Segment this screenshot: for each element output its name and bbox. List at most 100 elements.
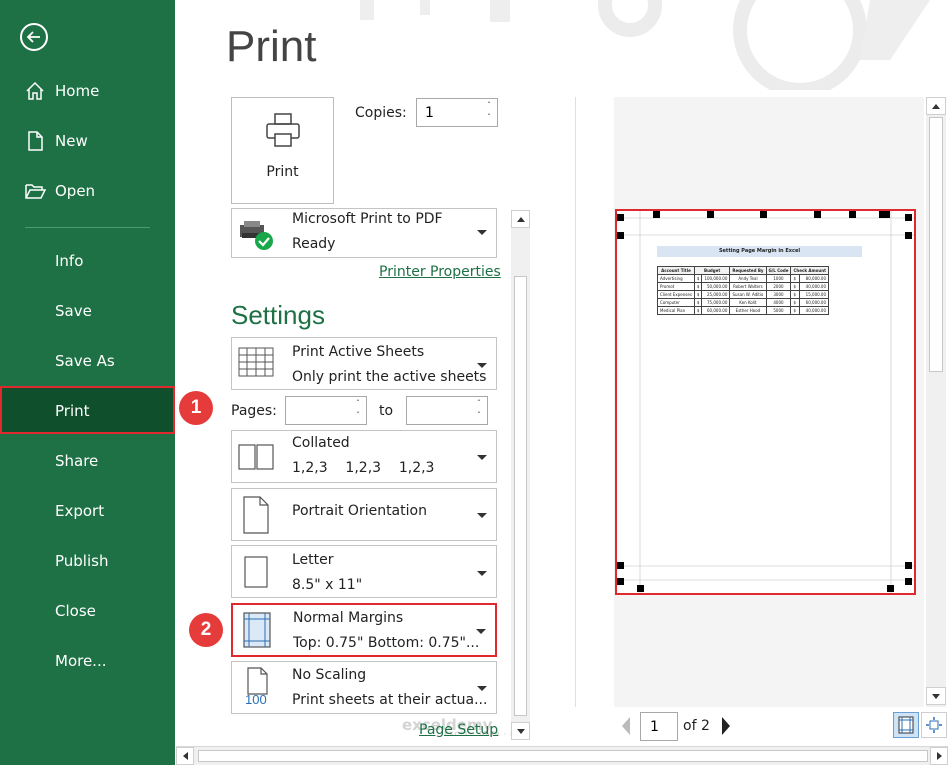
sidebar-item-print[interactable]: Print xyxy=(0,386,175,434)
print-what-desc: Only print the active sheets xyxy=(292,369,487,385)
table-cell: 15,000.00 xyxy=(799,290,830,299)
table-cell: $ xyxy=(693,298,703,307)
column-header: Requested By xyxy=(729,266,767,275)
scroll-down-button[interactable] xyxy=(511,722,530,740)
table-cell: Client Expenses xyxy=(657,290,695,299)
scroll-right-button[interactable] xyxy=(930,747,948,765)
dropdown-arrow-icon xyxy=(476,629,486,634)
sidebar-item-label: More... xyxy=(55,652,107,670)
table-cell: 5000 xyxy=(765,306,792,315)
table-cell: 60,000.00 xyxy=(799,298,830,307)
scroll-left-button[interactable] xyxy=(176,747,194,765)
chevron-up-icon[interactable]: ˆ xyxy=(483,101,495,111)
copies-label: Copies: xyxy=(355,105,407,121)
sidebar-item-label: New xyxy=(55,132,88,150)
table-cell: $ xyxy=(693,282,703,291)
orientation-title: Portrait Orientation xyxy=(292,503,427,519)
table-cell: Computer xyxy=(657,298,695,307)
table-cell: 1000 xyxy=(765,274,792,283)
chevron-down-icon[interactable]: ˇ xyxy=(483,113,495,123)
sheet-table: Account Title Budget Requested By G/L Co… xyxy=(657,266,830,315)
collation-dropdown[interactable]: Collated 1,2,3 1,2,3 1,2,3 xyxy=(231,430,497,483)
chevron-down-icon[interactable]: ˇ xyxy=(473,411,485,421)
sidebar-item-label: Save As xyxy=(55,352,115,370)
scroll-down-icon xyxy=(932,693,940,699)
zoom-to-page-button[interactable] xyxy=(921,712,947,738)
arrow-left-icon xyxy=(26,31,40,43)
dropdown-arrow-icon xyxy=(477,686,487,691)
preview-page: Setting Page Margin in Excel Account Tit… xyxy=(615,209,916,595)
scroll-up-button[interactable] xyxy=(926,97,946,115)
paper-letter-icon xyxy=(244,556,268,588)
next-page-icon[interactable] xyxy=(720,716,732,736)
table-cell: $ xyxy=(790,290,801,299)
table-row: Computer $75,000.00 Ken Kolit 4000 $60,000.0… xyxy=(657,298,830,307)
show-margins-button[interactable] xyxy=(893,712,919,738)
current-page-value: 1 xyxy=(650,719,659,735)
margins-dropdown[interactable]: Normal Margins Top: 0.75" Bottom: 0.75".… xyxy=(231,603,497,657)
sidebar-item-more[interactable]: More... xyxy=(0,638,175,684)
pages-to-input[interactable]: ˆ ˇ xyxy=(406,396,488,425)
sidebar-item-save-as[interactable]: Save As xyxy=(0,338,175,384)
table-row: Client Expenses $25,000.00 Susan W. Aditio… xyxy=(657,290,830,299)
table-cell: 2000 xyxy=(765,282,792,291)
scroll-thumb[interactable] xyxy=(198,750,928,762)
background-decoration xyxy=(360,0,930,90)
new-document-icon xyxy=(28,131,43,151)
print-button[interactable]: Print xyxy=(231,97,334,204)
preview-scrollbar[interactable] xyxy=(926,97,946,707)
copies-input[interactable]: 1 ˆ ˇ xyxy=(416,98,498,127)
table-cell: Susan W. Aditio xyxy=(729,290,767,299)
current-page-input[interactable]: 1 xyxy=(640,712,678,741)
scroll-down-button[interactable] xyxy=(926,687,946,705)
table-cell: Advertising xyxy=(657,274,695,283)
printer-dropdown[interactable]: Microsoft Print to PDF Ready xyxy=(231,208,497,258)
collation-desc: 1,2,3 1,2,3 1,2,3 xyxy=(292,460,435,476)
step-badge-1: 1 xyxy=(179,391,213,425)
horizontal-scrollbar[interactable] xyxy=(176,746,948,765)
chevron-up-icon[interactable]: ˆ xyxy=(473,399,485,409)
scroll-up-icon xyxy=(932,103,940,109)
page-setup-link[interactable]: Page Setup xyxy=(419,722,498,738)
sidebar-item-info[interactable]: Info xyxy=(0,238,175,284)
collation-title: Collated xyxy=(292,435,350,451)
back-button[interactable] xyxy=(20,23,48,51)
sidebar-item-save[interactable]: Save xyxy=(0,288,175,334)
scaling-icon-text: 100 xyxy=(245,692,267,707)
printer-status: Ready xyxy=(292,236,336,252)
print-button-label: Print xyxy=(266,164,299,180)
sidebar-item-new[interactable]: New xyxy=(0,118,175,164)
page-title: Print xyxy=(226,22,317,71)
pages-to-label: to xyxy=(379,403,394,419)
sidebar-item-label: Publish xyxy=(55,552,109,570)
scroll-thumb[interactable] xyxy=(514,276,527,716)
scroll-up-button[interactable] xyxy=(511,210,530,228)
print-what-dropdown[interactable]: Print Active Sheets Only print the activ… xyxy=(231,337,497,390)
column-header: Account Title xyxy=(657,266,695,275)
table-cell: $ xyxy=(790,298,801,307)
chevron-up-icon[interactable]: ˆ xyxy=(352,399,364,409)
sidebar-item-share[interactable]: Share xyxy=(0,438,175,484)
sidebar-item-home[interactable]: Home xyxy=(0,68,175,114)
pages-from-input[interactable]: ˆ ˇ xyxy=(285,396,367,425)
settings-scrollbar[interactable] xyxy=(511,210,530,740)
dropdown-arrow-icon xyxy=(477,513,487,518)
backstage-print-view: Home New Open Info Save Save As Print Sh… xyxy=(0,0,948,765)
chevron-down-icon[interactable]: ˇ xyxy=(352,411,364,421)
scaling-dropdown[interactable]: 100 No Scaling Print sheets at their act… xyxy=(231,661,497,714)
sidebar-item-label: Save xyxy=(55,302,92,320)
sidebar-item-open[interactable]: Open xyxy=(0,168,175,214)
previous-page-icon[interactable] xyxy=(620,716,632,736)
orientation-dropdown[interactable]: Portrait Orientation xyxy=(231,488,497,541)
sidebar-item-export[interactable]: Export xyxy=(0,488,175,534)
scroll-thumb[interactable] xyxy=(929,117,943,372)
table-cell: Esther Hood xyxy=(729,306,767,315)
scroll-left-icon xyxy=(182,752,188,760)
sidebar-item-publish[interactable]: Publish xyxy=(0,538,175,584)
printer-properties-link[interactable]: Printer Properties xyxy=(379,264,501,280)
table-cell: $ xyxy=(790,282,801,291)
sidebar-item-label: Home xyxy=(55,82,100,100)
sidebar-item-close[interactable]: Close xyxy=(0,588,175,634)
paper-size-dropdown[interactable]: Letter 8.5" x 11" xyxy=(231,545,497,598)
table-cell: $ xyxy=(693,306,703,315)
